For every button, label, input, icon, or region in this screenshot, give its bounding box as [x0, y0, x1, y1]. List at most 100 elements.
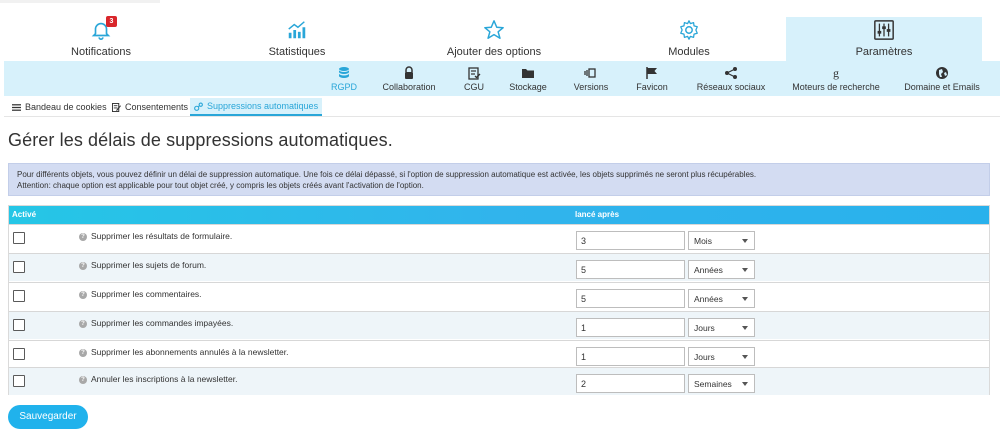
google-icon: g [833, 66, 839, 80]
subtab-label: Collaboration [382, 82, 436, 92]
subtab-reseaux-sociaux[interactable]: Réseaux sociaux [696, 66, 766, 94]
database-icon [339, 67, 349, 78]
top-strip [0, 0, 160, 3]
delay-input[interactable] [576, 347, 685, 366]
table-header: Activé lancé après [9, 206, 989, 224]
tab-label: Paramètres [855, 46, 913, 58]
ttab-consentements[interactable]: Consentements [108, 98, 192, 116]
sliders-icon [874, 20, 894, 40]
caret-down-icon [742, 239, 748, 243]
active-checkbox[interactable] [13, 319, 25, 331]
main-nav: 3 Notifications Statistiques Ajouter des… [0, 0, 1000, 61]
edit-icon [112, 102, 121, 112]
caret-down-icon [742, 382, 748, 386]
svg-text:g: g [833, 66, 839, 80]
unit-select[interactable]: Années [688, 289, 755, 308]
row-label: Annuler les inscriptions à la newsletter… [91, 374, 238, 384]
page-title: Gérer les délais de suppressions automat… [8, 130, 393, 150]
active-checkbox[interactable] [13, 375, 25, 387]
info-box: Pour différents objets, vous pouvez défi… [8, 163, 990, 196]
save-button[interactable]: Sauvegarder [8, 405, 88, 429]
checklist-icon [468, 67, 481, 80]
caret-down-icon [742, 326, 748, 330]
unit-value: Mois [694, 236, 712, 246]
help-icon[interactable]: ? [79, 291, 87, 299]
ttab-bandeau-cookies[interactable]: Bandeau de cookies [8, 98, 111, 116]
subtab-collaboration[interactable]: Collaboration [378, 66, 440, 94]
ttab-label: Consentements [125, 102, 189, 112]
subtab-label: Favicon [636, 82, 668, 92]
subtab-versions[interactable]: Versions [570, 66, 612, 94]
tab-label: Notifications [71, 46, 131, 58]
delay-input[interactable] [576, 289, 685, 308]
star-icon [484, 20, 504, 39]
ttab-suppressions-automatiques[interactable]: Suppressions automatiques [190, 98, 323, 116]
col-after: lancé après [575, 210, 620, 219]
unit-select[interactable]: Semaines [688, 374, 755, 393]
tab-modules[interactable]: Modules [592, 17, 786, 61]
delay-input[interactable] [576, 231, 685, 250]
active-checkbox[interactable] [13, 232, 25, 244]
active-checkbox[interactable] [13, 348, 25, 360]
divider [4, 116, 1000, 117]
table-row: ? Supprimer les résultats de formulaire.… [9, 224, 989, 252]
sub-nav: RGPD Collaboration CGU Stockage Versions [4, 61, 1000, 96]
gear-icon [680, 20, 698, 40]
ttab-label: Suppressions automatiques [207, 101, 319, 111]
delay-input[interactable] [576, 374, 685, 393]
active-checkbox[interactable] [13, 290, 25, 302]
row-label: Supprimer les sujets de forum. [91, 260, 207, 270]
subtab-rgpd[interactable]: RGPD [322, 66, 366, 94]
subtab-favicon[interactable]: Favicon [632, 66, 672, 94]
help-icon[interactable]: ? [79, 349, 87, 357]
delay-input[interactable] [576, 318, 685, 337]
help-icon[interactable]: ? [79, 376, 87, 384]
caret-down-icon [742, 268, 748, 272]
help-icon[interactable]: ? [79, 233, 87, 241]
subtab-label: Réseaux sociaux [696, 82, 766, 92]
ttab-label: Bandeau de cookies [25, 102, 107, 112]
unit-select[interactable]: Années [688, 260, 755, 279]
subtab-cgu[interactable]: CGU [456, 66, 492, 94]
unit-value: Années [694, 294, 723, 304]
tab-parametres[interactable]: Paramètres [786, 17, 982, 61]
row-label: Supprimer les résultats de formulaire. [91, 231, 233, 241]
unit-value: Jours [694, 352, 715, 362]
subtab-label: Versions [573, 82, 609, 92]
tab-label: Modules [668, 46, 710, 58]
help-icon[interactable]: ? [79, 320, 87, 328]
tertiary-nav: Bandeau de cookies Consentements Suppres… [4, 96, 1000, 116]
unit-select[interactable]: Jours [688, 347, 755, 366]
active-checkbox[interactable] [13, 261, 25, 273]
caret-down-icon [742, 355, 748, 359]
unit-select[interactable]: Mois [688, 231, 755, 250]
caret-down-icon [742, 297, 748, 301]
tab-notifications[interactable]: 3 Notifications [4, 16, 198, 61]
table-row: ? Annuler les inscriptions à la newslett… [9, 367, 989, 395]
unit-select[interactable]: Jours [688, 318, 755, 337]
tab-label: Statistiques [268, 46, 326, 58]
subtab-domaine-emails[interactable]: Domaine et Emails [902, 66, 982, 94]
subtab-stockage[interactable]: Stockage [506, 66, 550, 94]
unit-value: Jours [694, 323, 715, 333]
tab-ajouter-options[interactable]: Ajouter des options [396, 17, 592, 61]
help-icon[interactable]: ? [79, 262, 87, 270]
deletion-table: Activé lancé après ? Supprimer les résul… [8, 205, 990, 395]
subtab-label: Moteurs de recherche [792, 82, 880, 92]
row-label: Supprimer les abonnements annulés à la n… [91, 347, 289, 357]
globe-icon [936, 67, 948, 79]
subtab-moteurs-recherche[interactable]: g Moteurs de recherche [788, 66, 884, 94]
info-text: Pour différents objets, vous pouvez défi… [17, 170, 757, 179]
table-row: ? Supprimer les commentaires. Années [9, 282, 989, 310]
tab-statistiques[interactable]: Statistiques [198, 17, 396, 61]
unit-value: Années [694, 265, 723, 275]
versions-icon [584, 68, 596, 78]
list-icon [12, 103, 21, 111]
row-label: Supprimer les commentaires. [91, 289, 202, 299]
row-label: Supprimer les commandes impayées. [91, 318, 234, 328]
subtab-label: Domaine et Emails [904, 82, 980, 92]
nodes-icon [194, 102, 203, 111]
subtab-label: Stockage [509, 82, 547, 92]
delay-input[interactable] [576, 260, 685, 279]
share-icon [725, 67, 737, 79]
